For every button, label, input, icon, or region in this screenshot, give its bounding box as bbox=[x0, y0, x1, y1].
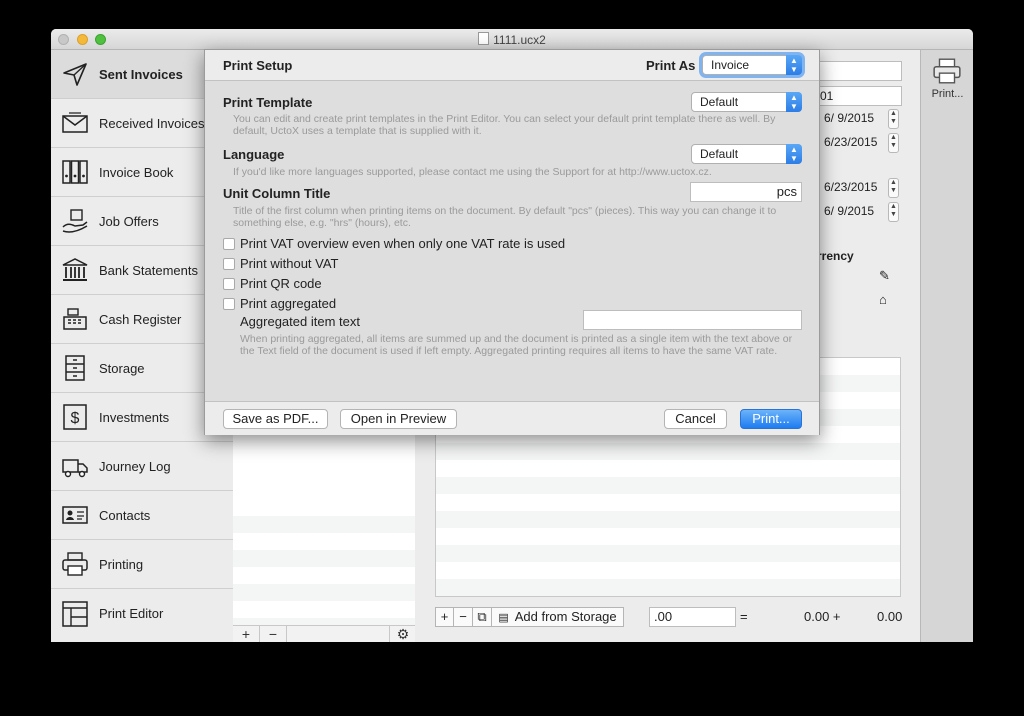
issue-date-field[interactable]: 6/ 9/2015 bbox=[824, 111, 874, 125]
bank-icon bbox=[60, 255, 90, 285]
tax-date-field[interactable]: 6/23/2015 bbox=[824, 180, 877, 194]
table-row bbox=[436, 477, 900, 494]
table-row bbox=[436, 443, 900, 460]
due-date-field[interactable]: 6/23/2015 bbox=[824, 135, 877, 149]
add-item-button[interactable]: + bbox=[435, 607, 454, 627]
print-as-label: Print As bbox=[646, 58, 696, 73]
list-row bbox=[233, 516, 415, 533]
gear-icon[interactable]: ⚙ bbox=[389, 626, 416, 642]
layout-icon bbox=[60, 599, 90, 629]
cancel-button[interactable]: Cancel bbox=[664, 409, 727, 429]
dialog-footer: Save as PDF... Open in Preview Cancel Pr… bbox=[205, 401, 819, 435]
aggregated-item-input[interactable] bbox=[583, 310, 802, 330]
envelope-icon bbox=[60, 108, 90, 138]
print-without-vat-checkbox[interactable]: Print without VAT bbox=[223, 256, 339, 271]
equals-sign: = bbox=[740, 609, 748, 624]
table-row bbox=[436, 511, 900, 528]
duplicate-icon[interactable]: ⧉ bbox=[473, 607, 492, 627]
paper-plane-icon bbox=[60, 59, 90, 89]
dollar-icon: $ bbox=[60, 402, 90, 432]
sidebar-item-printing[interactable]: Printing bbox=[51, 540, 233, 589]
aggregated-hint: When printing aggregated, all items are … bbox=[240, 333, 793, 357]
unit-column-input[interactable]: pcs bbox=[690, 182, 802, 202]
cabinet-icon: ▤ bbox=[498, 612, 509, 624]
language-title: Language bbox=[223, 147, 285, 162]
select-arrows-icon: ▲ ▼ bbox=[786, 144, 802, 164]
remove-document-button[interactable]: − bbox=[260, 626, 287, 642]
add-document-button[interactable]: + bbox=[233, 626, 260, 642]
sidebar-item-print-editor[interactable]: Print Editor bbox=[51, 589, 233, 638]
print-aggregated-checkbox[interactable]: Print aggregated bbox=[223, 296, 336, 311]
select-arrows-icon: ▲ ▼ bbox=[786, 92, 802, 112]
print-template-select[interactable]: Default ▲ ▼ bbox=[691, 92, 802, 112]
print-toolbar-label[interactable]: Print... bbox=[921, 88, 973, 100]
save-as-pdf-button[interactable]: Save as PDF... bbox=[223, 409, 328, 429]
window-title: 1111.ucx2 bbox=[51, 32, 973, 47]
subtotal-value: 0.00 + bbox=[804, 609, 841, 624]
dialog-header: Print Setup Print As Invoice ▲ ▼ bbox=[205, 50, 819, 81]
printer-icon[interactable] bbox=[932, 56, 962, 91]
delivery-date-field[interactable]: 6/ 9/2015 bbox=[824, 204, 874, 218]
total-value: 0.00 bbox=[877, 609, 903, 624]
sidebar-item-contacts[interactable]: Contacts bbox=[51, 491, 233, 540]
list-row bbox=[233, 584, 415, 601]
contact-card-icon bbox=[60, 500, 90, 530]
language-select[interactable]: Default ▲ ▼ bbox=[691, 144, 802, 164]
table-row bbox=[436, 545, 900, 562]
print-setup-dialog: Print Setup Print As Invoice ▲ ▼ Print Te… bbox=[204, 49, 820, 435]
print-button[interactable]: Print... bbox=[740, 409, 802, 429]
select-arrows-icon: ▲ ▼ bbox=[786, 55, 802, 75]
tag-icon[interactable]: ⌂ bbox=[879, 292, 887, 307]
binders-icon bbox=[60, 157, 90, 187]
print-as-select[interactable]: Invoice ▲ ▼ bbox=[702, 55, 802, 75]
cabinet-icon bbox=[60, 353, 90, 383]
checkbox-box[interactable] bbox=[223, 277, 235, 290]
language-hint: If you'd like more languages supported, … bbox=[233, 166, 712, 178]
svg-text:$: $ bbox=[71, 410, 80, 427]
aggregated-item-label: Aggregated item text bbox=[240, 314, 360, 329]
unit-column-hint: Title of the first column when printing … bbox=[233, 205, 777, 229]
list-row bbox=[233, 550, 415, 567]
right-toolbar: Print... bbox=[920, 50, 973, 642]
issue-date-stepper[interactable]: ▲ ▼ bbox=[888, 109, 899, 129]
list-bottom-bar: + − ⚙ bbox=[233, 625, 415, 642]
printer-icon bbox=[60, 549, 90, 579]
add-from-storage-button[interactable]: ▤ Add from Storage bbox=[492, 607, 624, 627]
hand-offer-icon bbox=[60, 206, 90, 236]
document-icon bbox=[478, 32, 490, 45]
items-bottom-bar: + − ⧉ ▤ Add from Storage .00 = 0.00 + 0.0… bbox=[435, 607, 973, 629]
currency-label: rrency bbox=[817, 249, 854, 263]
table-row bbox=[436, 579, 900, 596]
cash-register-icon bbox=[60, 304, 90, 334]
remove-item-button[interactable]: − bbox=[454, 607, 473, 627]
checkbox-box[interactable] bbox=[223, 257, 235, 270]
due-date-stepper[interactable]: ▲ ▼ bbox=[888, 133, 899, 153]
checkbox-box[interactable] bbox=[223, 297, 235, 310]
title-bar: 1111.ucx2 bbox=[51, 29, 973, 50]
delivery-date-stepper[interactable]: ▲ ▼ bbox=[888, 202, 899, 222]
vat-overview-checkbox[interactable]: Print VAT overview even when only one VA… bbox=[223, 236, 565, 251]
truck-icon bbox=[60, 451, 90, 481]
dialog-title: Print Setup bbox=[223, 58, 293, 73]
print-qr-code-checkbox[interactable]: Print QR code bbox=[223, 276, 322, 291]
sidebar-item-journey-log[interactable]: Journey Log bbox=[51, 442, 233, 491]
tax-date-stepper[interactable]: ▲ ▼ bbox=[888, 178, 899, 198]
note-icon[interactable]: ✎ bbox=[879, 268, 890, 284]
print-template-hint: You can edit and create print templates … bbox=[233, 113, 776, 137]
document-number-field[interactable]: 01 bbox=[814, 86, 902, 106]
unit-column-title: Unit Column Title bbox=[223, 186, 331, 201]
amount-field[interactable]: .00 bbox=[649, 607, 736, 627]
checkbox-box[interactable] bbox=[223, 237, 235, 250]
open-in-preview-button[interactable]: Open in Preview bbox=[340, 409, 457, 429]
print-template-title: Print Template bbox=[223, 95, 313, 110]
detail-field-1[interactable] bbox=[814, 61, 902, 81]
